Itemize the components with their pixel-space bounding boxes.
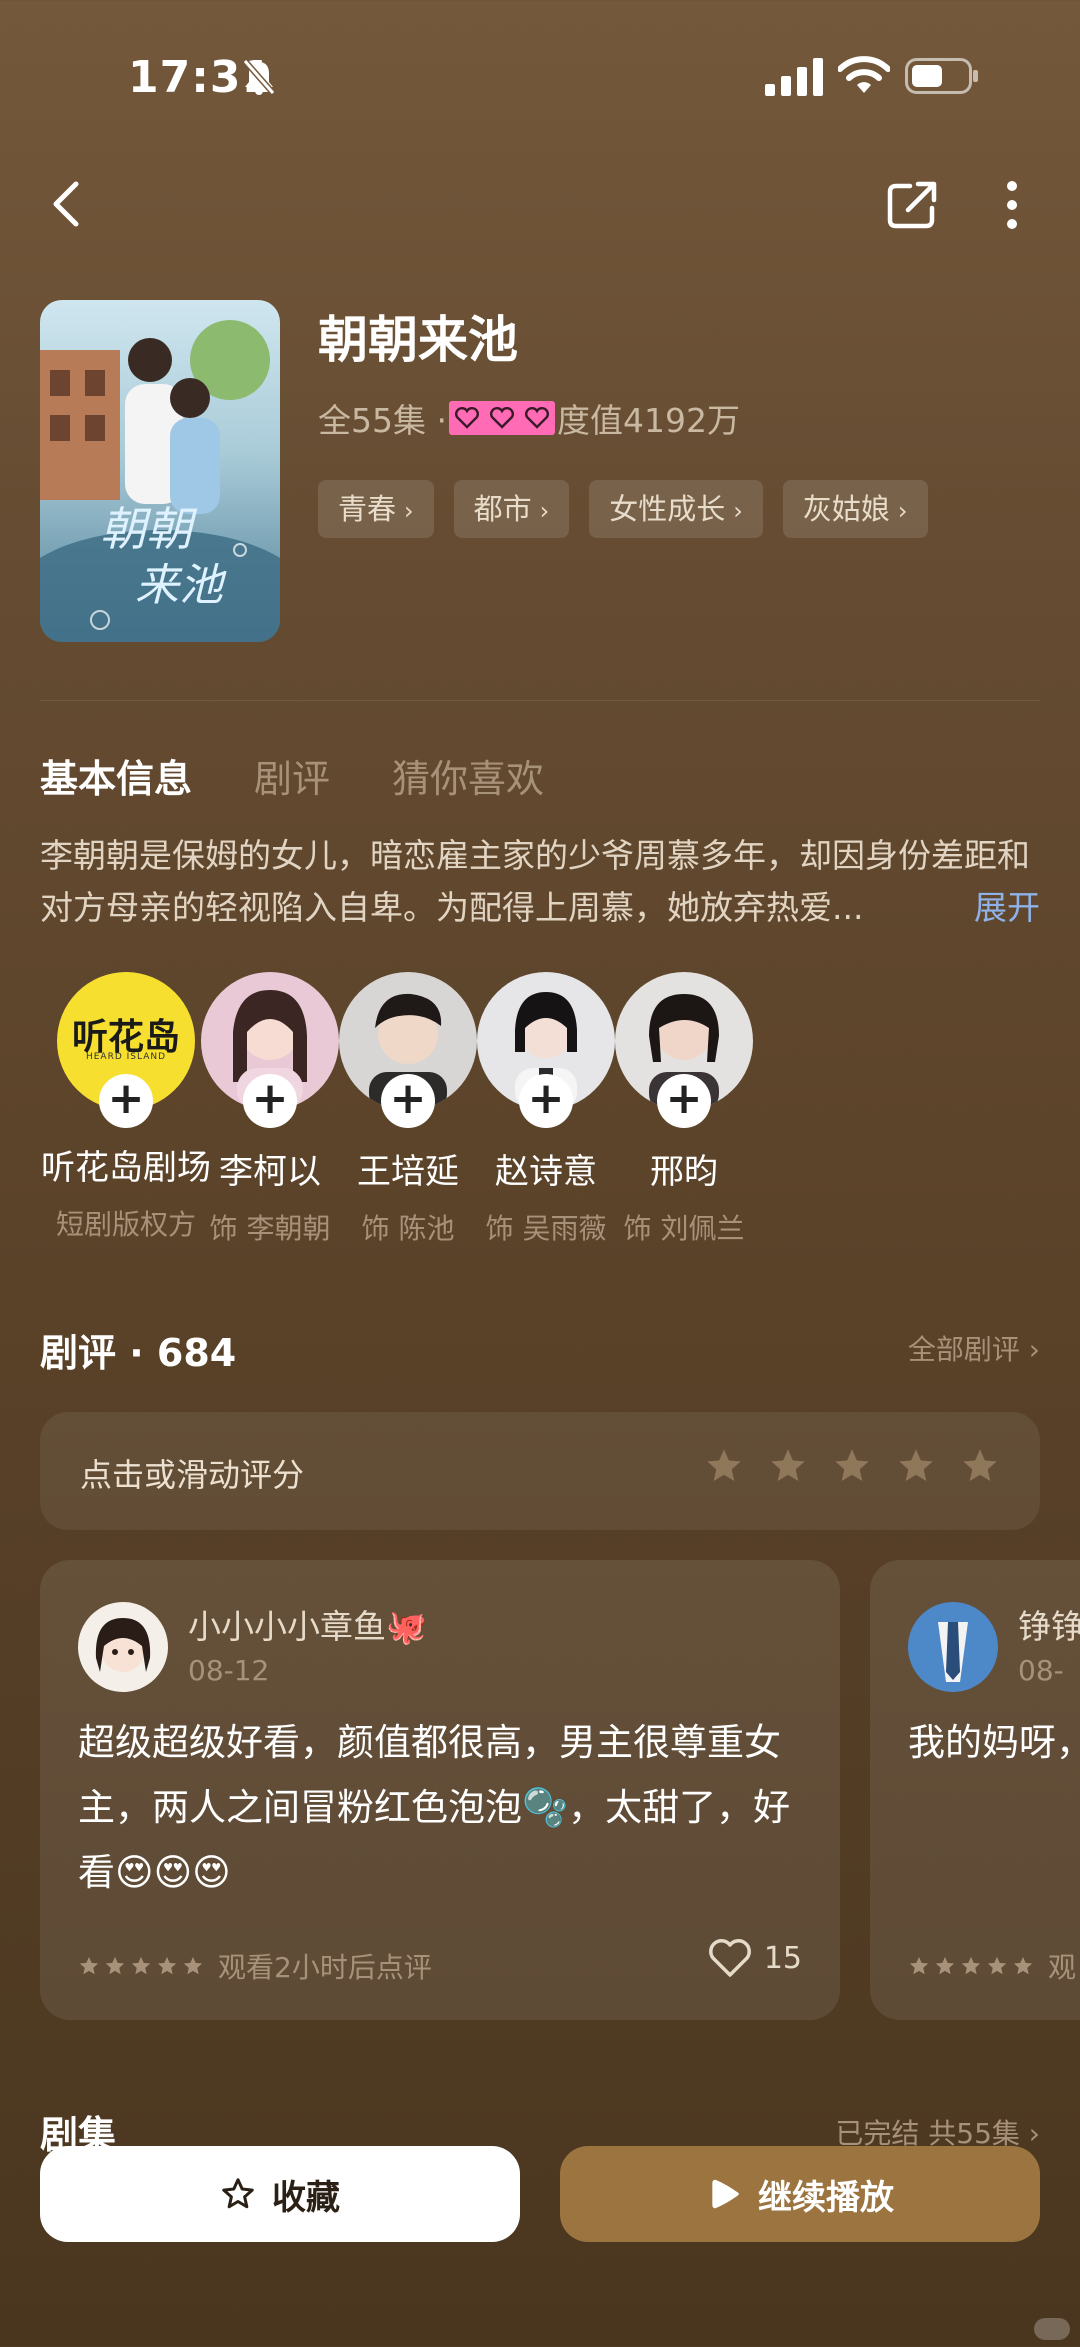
cast-list: 听花岛 HEARD ISLAND + 听花岛剧场 短剧版权方 + 李柯以 饰 李… <box>40 972 1080 1252</box>
rating-stars[interactable] <box>704 1446 1000 1486</box>
star-icon <box>105 1956 125 1975</box>
review-date: 08-12 <box>188 1654 270 1687</box>
review-stars <box>78 1955 204 1977</box>
divider <box>40 700 1040 701</box>
review-footer: 观 <box>908 1946 1076 1986</box>
show-cover-poster[interactable]: 朝朝 来池 <box>40 300 280 642</box>
back-icon[interactable] <box>40 176 96 232</box>
review-footer-text: 观看2小时后点评 <box>218 1951 432 1984</box>
star-icon <box>935 1956 955 1975</box>
expand-link[interactable]: 展开 <box>974 882 1040 934</box>
star-outline-icon <box>222 2178 254 2209</box>
synopsis-text: 李朝朝是保姆的女儿，暗恋雇主家的少爷周慕多年，却因身份差距和对方母亲的轻视陷入自… <box>40 836 1030 927</box>
star-icon <box>909 1956 929 1975</box>
show-title: 朝朝来池 <box>318 311 518 369</box>
rating-star-icon[interactable] <box>704 1446 744 1486</box>
tab-recommendations[interactable]: 猜你喜欢 <box>392 748 544 803</box>
continue-play-button[interactable]: 继续播放 <box>560 2146 1040 2242</box>
rating-prompt: 点击或滑动评分 <box>80 1456 305 1494</box>
reviewer-avatar <box>78 1602 168 1692</box>
star-icon <box>79 1956 99 1975</box>
review-card[interactable]: 小小小小章鱼🐙 08-12 超级超级好看，颜值都很高，男主很尊重女主，两人之间冒… <box>40 1560 840 2020</box>
reviewer-avatar <box>908 1602 998 1692</box>
reviews-title: 剧评 · 684 <box>40 1331 237 1375</box>
review-footer: 观看2小时后点评 <box>78 1946 432 1986</box>
play-icon <box>712 2179 739 2209</box>
wifi-icon <box>838 56 890 93</box>
follow-button[interactable]: + <box>519 1074 573 1128</box>
svg-text:来池: 来池 <box>135 560 227 611</box>
play-label: 继续播放 <box>758 2177 894 2218</box>
follow-button[interactable]: + <box>381 1074 435 1128</box>
tag-item[interactable]: 青春 › <box>318 480 434 538</box>
detail-tabs: 基本信息 剧评 猜你喜欢 <box>40 748 544 803</box>
star-icon <box>961 1956 981 1975</box>
star-icon <box>183 1956 203 1975</box>
rating-star-icon[interactable] <box>960 1446 1000 1486</box>
like-count: 15 <box>763 1940 802 1976</box>
like-button[interactable]: 15 <box>708 1938 802 1978</box>
watermark-badge <box>1034 2318 1070 2340</box>
star-icon <box>131 1956 151 1975</box>
follow-button[interactable]: + <box>99 1074 153 1128</box>
hearts-badge <box>448 401 555 435</box>
review-text: 超级超级好看，颜值都很高，男主很尊重女主，两人之间冒粉红色泡泡🫧，太甜了，好看😍… <box>78 1721 791 1894</box>
share-icon[interactable] <box>884 176 942 234</box>
popularity-value: 度值4192万 <box>556 401 740 440</box>
all-reviews-link[interactable]: 全部剧评 › <box>908 1328 1040 1368</box>
collect-button[interactable]: 收藏 <box>40 2146 520 2242</box>
star-icon <box>987 1956 1007 1975</box>
cellular-signal-icon <box>765 58 823 96</box>
review-stars <box>908 1955 1034 1977</box>
rating-star-icon[interactable] <box>896 1446 936 1486</box>
review-card[interactable]: 铮铮 08- 我的妈呀，非常的精彩 观 <box>870 1560 1080 2020</box>
tag-item[interactable]: 都市 › <box>453 480 570 538</box>
review-date: 08- <box>1018 1654 1064 1687</box>
tag-item[interactable]: 灰姑娘 › <box>782 480 928 538</box>
tag-item[interactable]: 女性成长 › <box>589 480 763 538</box>
collect-label: 收藏 <box>272 2177 340 2218</box>
cast-name: 邢昀 <box>650 1152 718 1192</box>
reviewer-name: 小小小小章鱼🐙 <box>188 1607 428 1646</box>
show-meta: 全55集 · 度值4192万 <box>318 394 740 442</box>
rating-star-icon[interactable] <box>768 1446 808 1486</box>
review-footer-text: 观 <box>1048 1951 1077 1984</box>
more-options-icon[interactable] <box>996 176 1028 234</box>
star-icon <box>157 1956 177 1975</box>
tab-basic-info[interactable]: 基本信息 <box>40 748 192 803</box>
battery-icon <box>905 58 978 94</box>
rating-star-icon[interactable] <box>832 1446 872 1486</box>
heart-icon <box>708 1939 751 1977</box>
svg-text:朝朝: 朝朝 <box>100 502 198 556</box>
review-text: 我的妈呀，非常的精彩 <box>908 1721 1080 1764</box>
tab-reviews[interactable]: 剧评 <box>254 748 330 803</box>
cast-role: 饰 刘佩兰 <box>623 1212 745 1245</box>
bell-off-icon <box>242 59 276 95</box>
rating-bar[interactable]: 点击或滑动评分 <box>40 1412 1040 1530</box>
episode-count: 全55集 · <box>318 401 447 440</box>
follow-button[interactable]: + <box>243 1074 297 1128</box>
synopsis: 李朝朝是保姆的女儿，暗恋雇主家的少爷周慕多年，却因身份差距和对方母亲的轻视陷入自… <box>40 830 1040 934</box>
reviewer-name: 铮铮 <box>1018 1607 1080 1646</box>
cast-item[interactable]: + 邢昀 饰 刘佩兰 <box>584 972 784 1247</box>
follow-button[interactable]: + <box>657 1074 711 1128</box>
star-icon <box>1013 1956 1033 1975</box>
genre-tags: 青春 › 都市 › 女性成长 › 灰姑娘 › <box>318 480 928 538</box>
